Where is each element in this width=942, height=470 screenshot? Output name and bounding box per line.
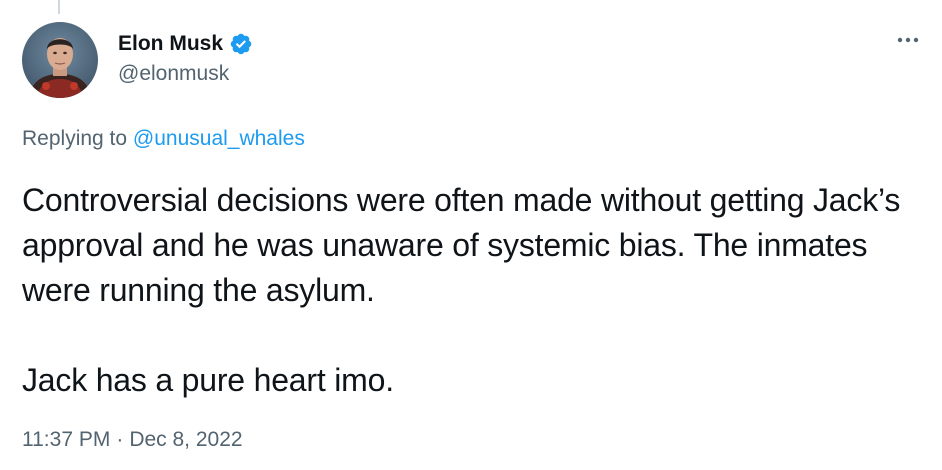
tweet-paragraph: Jack has a pure heart imo. [22, 362, 394, 398]
tweet-timestamp[interactable]: 11:37 PM · Dec 8, 2022 [22, 428, 243, 452]
author-display-name[interactable]: Elon Musk [118, 32, 223, 56]
replying-to-line: Replying to @unusual_whales [22, 127, 305, 151]
verified-badge-icon [229, 32, 253, 56]
avatar[interactable] [22, 22, 98, 98]
tweet-paragraph: Controversial decisions were often made … [22, 182, 901, 308]
replying-to-label: Replying to [22, 127, 133, 150]
tweet-text: Controversial decisions were often made … [22, 178, 922, 403]
author-name-row: Elon Musk [118, 30, 253, 58]
reply-mention-link[interactable]: @unusual_whales [133, 127, 305, 150]
more-options-icon [897, 37, 919, 43]
author-handle[interactable]: @elonmusk [118, 62, 229, 86]
thread-connector-line [58, 0, 60, 14]
separator-dot: · [116, 428, 124, 451]
tweet-date: Dec 8, 2022 [129, 428, 243, 451]
tweet-time: 11:37 PM [22, 428, 111, 451]
tweet-card: Elon Musk @elonmusk Replying to @unusual… [0, 0, 942, 470]
more-options-button[interactable] [894, 26, 922, 54]
avatar-image [22, 22, 98, 98]
